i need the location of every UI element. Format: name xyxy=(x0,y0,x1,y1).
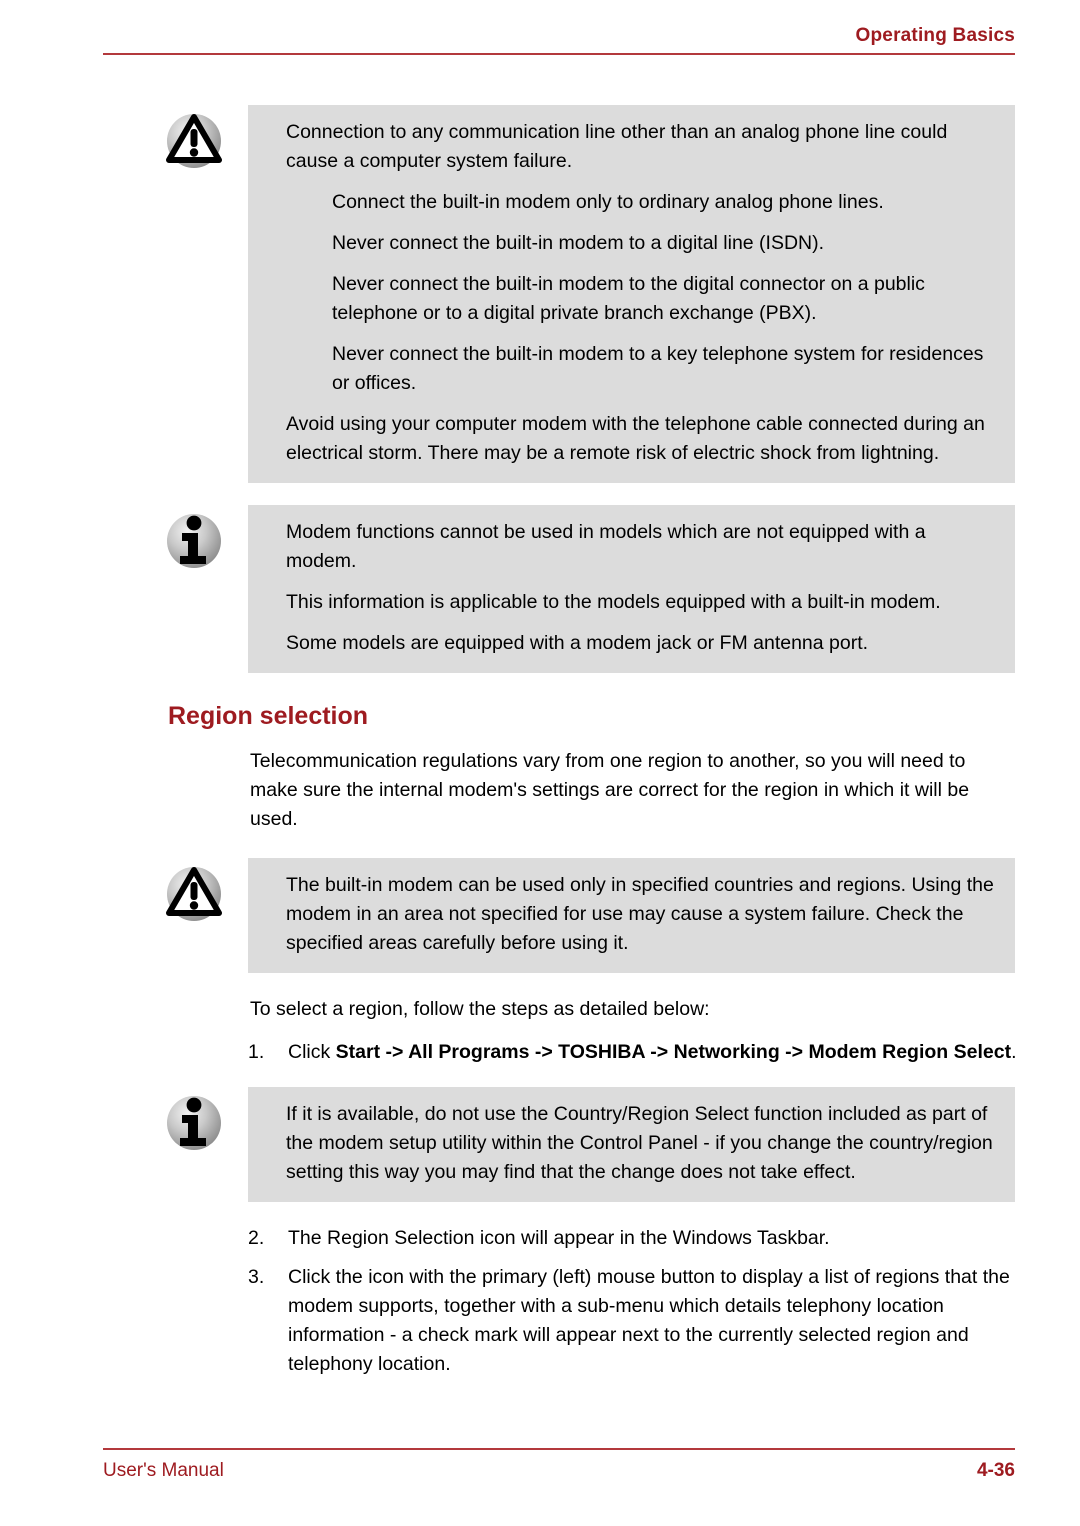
caution-paragraph: Never connect the built-in modem to a ke… xyxy=(332,343,984,394)
section-intro-paragraph: Telecommunication regulations vary from … xyxy=(250,750,970,830)
caution-paragraph: The built-in modem can be used only in s… xyxy=(286,874,994,954)
section-heading-region-selection: Region selection xyxy=(168,702,369,730)
step-item: 1. Click Start -> All Programs -> TOSHIB… xyxy=(248,1038,1018,1067)
page-header: Operating Basics xyxy=(103,24,1015,55)
warning-triangle-icon xyxy=(160,109,228,177)
caution-paragraph: Avoid using your computer modem with the… xyxy=(286,413,985,464)
footer-row: User's Manual 4-36 xyxy=(103,1459,1015,1483)
manual-page: Operating Basics Connection to any commu… xyxy=(0,0,1080,1526)
step-text-prefix: Click the icon with the primary (left) m… xyxy=(288,1266,1010,1375)
info-box-1: Modem functions cannot be used in models… xyxy=(160,505,1015,673)
caution-box-1-body: Connection to any communication line oth… xyxy=(248,105,1015,483)
info-paragraph: This information is applicable to the mo… xyxy=(286,591,941,613)
footer-rule xyxy=(103,1448,1015,1450)
step-number: 2. xyxy=(248,1227,265,1249)
page-content: Connection to any communication line oth… xyxy=(0,105,1080,1389)
info-paragraph: Modem functions cannot be used in models… xyxy=(286,521,926,572)
header-title: Operating Basics xyxy=(855,25,1015,46)
caution-paragraph: Never connect the built-in modem to a di… xyxy=(332,232,825,254)
info-i-icon xyxy=(160,1091,228,1159)
info-box-1-body: Modem functions cannot be used in models… xyxy=(248,505,1015,673)
step-number: 3. xyxy=(248,1266,265,1288)
info-paragraph: If it is available, do not use the Count… xyxy=(286,1103,993,1183)
step-item: 2. The Region Selection icon will appear… xyxy=(248,1224,1018,1253)
step-number: 1. xyxy=(248,1041,265,1063)
caution-paragraph: Connect the built-in modem only to ordin… xyxy=(332,191,884,213)
info-i-icon xyxy=(160,509,228,577)
page-footer: User's Manual 4-36 xyxy=(103,1448,1015,1483)
caution-box-1: Connection to any communication line oth… xyxy=(160,105,1015,483)
caution-box-2: The built-in modem can be used only in s… xyxy=(160,858,1015,973)
header-rule xyxy=(103,53,1015,55)
caution-paragraph: Connection to any communication line oth… xyxy=(286,121,948,172)
step-text-bold: Start -> All Programs -> TOSHIBA -> Netw… xyxy=(335,1041,1012,1063)
info-box-2-body: If it is available, do not use the Count… xyxy=(248,1087,1015,1202)
step-item: 3. Click the icon with the primary (left… xyxy=(248,1263,1018,1379)
footer-page-number: 4-36 xyxy=(976,1460,1015,1481)
footer-manual-label: User's Manual xyxy=(103,1460,224,1481)
warning-triangle-icon xyxy=(160,862,228,930)
info-box-2: If it is available, do not use the Count… xyxy=(160,1087,1015,1202)
step-text-prefix: The Region Selection icon will appear in… xyxy=(288,1227,830,1249)
caution-box-2-body: The built-in modem can be used only in s… xyxy=(248,858,1015,973)
step-text-prefix: Click xyxy=(288,1041,336,1063)
info-paragraph: Some models are equipped with a modem ja… xyxy=(286,632,869,654)
steps-lead-in: To select a region, follow the steps as … xyxy=(250,998,710,1020)
caution-paragraph: Never connect the built-in modem to the … xyxy=(332,273,925,324)
step-text-suffix: . xyxy=(1011,1041,1017,1063)
